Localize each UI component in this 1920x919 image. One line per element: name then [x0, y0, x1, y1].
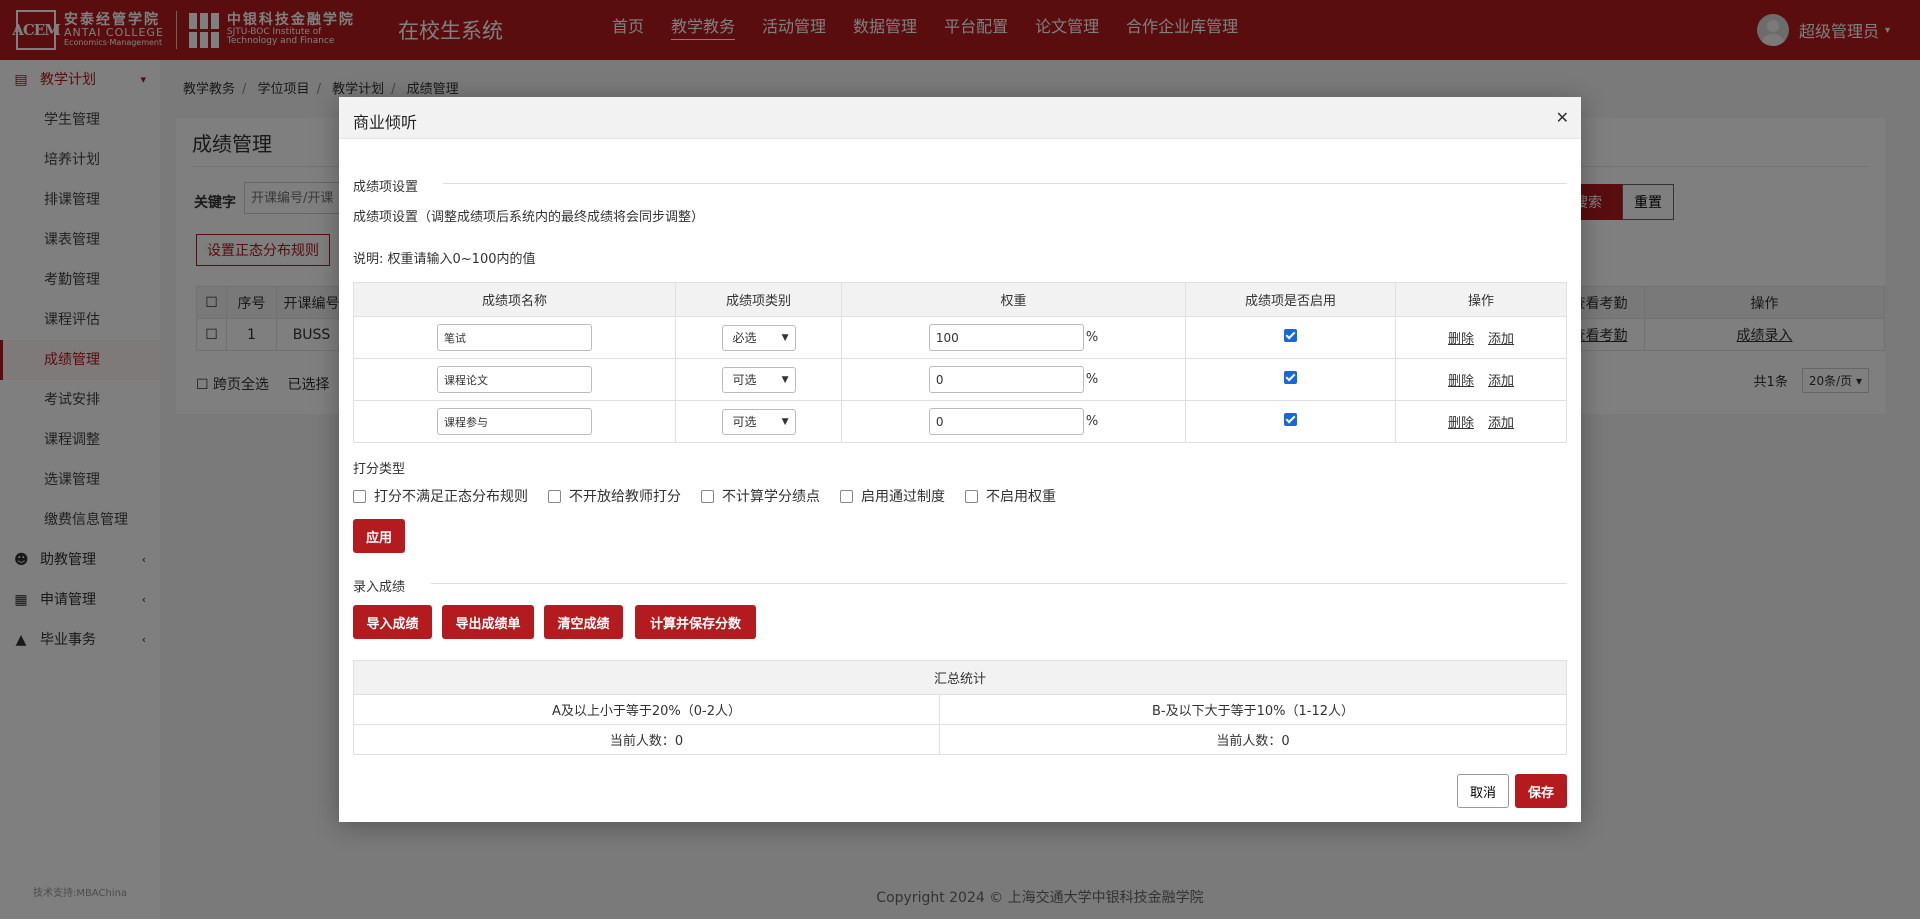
- close-icon[interactable]: ✕: [1556, 108, 1569, 127]
- apply-button[interactable]: 应用: [353, 519, 405, 553]
- chevron-down-icon: ▼: [781, 416, 789, 427]
- enabled-checkbox[interactable]: [1284, 329, 1297, 342]
- add-link[interactable]: 添加: [1488, 332, 1514, 347]
- col-operation: 操作: [1395, 282, 1567, 317]
- checkbox[interactable]: [840, 489, 853, 503]
- item-name-input[interactable]: [437, 408, 592, 435]
- save-button[interactable]: 保存: [1515, 774, 1567, 808]
- option-not-normal-distribution[interactable]: 打分不满足正态分布规则: [353, 486, 528, 506]
- section-entry-legend: 录入成绩: [353, 580, 406, 595]
- weight-input[interactable]: [928, 324, 1084, 351]
- section-divider: [443, 183, 1567, 184]
- delete-link[interactable]: 删除: [1448, 416, 1474, 431]
- percent-sign: %: [1085, 330, 1099, 345]
- table-row: 可选▼ % 删除添加: [353, 358, 1567, 401]
- col-item-name: 成绩项名称: [353, 282, 676, 317]
- weight-input[interactable]: [928, 366, 1084, 393]
- col-weight: 权重: [841, 282, 1186, 317]
- checkbox[interactable]: [701, 489, 714, 503]
- summary-count-a: 当前人数：0: [353, 724, 940, 755]
- option-no-teacher-grading[interactable]: 不开放给教师打分: [548, 486, 681, 506]
- summary-col-a: A及以上小于等于20%（0-2人）: [353, 694, 940, 725]
- items-note: 成绩项设置（调整成绩项后系统内的最终成绩将会同步调整）: [353, 210, 705, 225]
- section-divider: [431, 583, 1567, 584]
- table-row: A及以上小于等于20%（0-2人） B-及以下大于等于10%（1-12人）: [353, 694, 1567, 725]
- item-type-select[interactable]: 可选 ▼: [721, 366, 796, 393]
- option-pass-fail[interactable]: 启用通过制度: [840, 486, 945, 506]
- summary-count-b: 当前人数：0: [939, 724, 1567, 755]
- enabled-checkbox[interactable]: [1284, 371, 1297, 384]
- chevron-down-icon: ▼: [781, 374, 789, 385]
- weight-note: 说明: 权重请输入0~100内的值: [353, 252, 536, 267]
- modal-title: 商业倾听: [353, 113, 418, 132]
- enabled-checkbox[interactable]: [1284, 413, 1297, 426]
- option-no-weight[interactable]: 不启用权重: [965, 486, 1056, 506]
- weight-input[interactable]: [928, 408, 1084, 435]
- option-no-gpa[interactable]: 不计算学分绩点: [701, 486, 820, 506]
- item-type-select[interactable]: 可选 ▼: [721, 408, 796, 435]
- col-item-type: 成绩项类别: [675, 282, 842, 317]
- percent-sign: %: [1085, 372, 1099, 387]
- summary-title: 汇总统计: [353, 660, 1567, 695]
- checkbox[interactable]: [353, 489, 366, 503]
- summary-table: 汇总统计 A及以上小于等于20%（0-2人） B-及以下大于等于10%（1-12…: [353, 660, 1567, 755]
- export-grades-button[interactable]: 导出成绩单: [442, 605, 534, 639]
- summary-col-b: B-及以下大于等于10%（1-12人）: [939, 694, 1567, 725]
- percent-sign: %: [1085, 414, 1099, 429]
- table-row: 当前人数：0 当前人数：0: [353, 724, 1567, 755]
- modal-header: 商业倾听 ✕: [339, 97, 1581, 139]
- chevron-down-icon: ▼: [781, 332, 789, 343]
- add-link[interactable]: 添加: [1488, 374, 1514, 389]
- item-name-input[interactable]: [437, 324, 592, 351]
- calculate-save-button[interactable]: 计算并保存分数: [635, 605, 756, 639]
- item-type-select[interactable]: 必选 ▼: [721, 324, 796, 351]
- checkbox[interactable]: [965, 489, 978, 503]
- table-row: 可选▼ % 删除添加: [353, 400, 1567, 443]
- col-enabled: 成绩项是否启用: [1185, 282, 1396, 317]
- clear-grades-button[interactable]: 清空成绩: [544, 605, 623, 639]
- item-name-input[interactable]: [437, 366, 592, 393]
- delete-link[interactable]: 删除: [1448, 332, 1474, 347]
- add-link[interactable]: 添加: [1488, 416, 1514, 431]
- section-items-legend: 成绩项设置: [353, 180, 419, 195]
- table-row: 必选▼ % 删除添加: [353, 316, 1567, 359]
- score-type-options: 打分不满足正态分布规则 不开放给教师打分 不计算学分绩点 启用通过制度 不启用权…: [353, 486, 1076, 506]
- import-grades-button[interactable]: 导入成绩: [353, 605, 432, 639]
- score-type-label: 打分类型: [353, 462, 406, 477]
- cancel-button[interactable]: 取消: [1457, 774, 1509, 808]
- grade-settings-modal: 商业倾听 ✕ 成绩项设置 成绩项设置（调整成绩项后系统内的最终成绩将会同步调整）…: [339, 97, 1581, 822]
- grade-items-table: 成绩项名称 成绩项类别 权重 成绩项是否启用 操作 必选▼ % 删除添加 可选▼…: [353, 282, 1567, 443]
- delete-link[interactable]: 删除: [1448, 374, 1474, 389]
- checkbox[interactable]: [548, 489, 561, 503]
